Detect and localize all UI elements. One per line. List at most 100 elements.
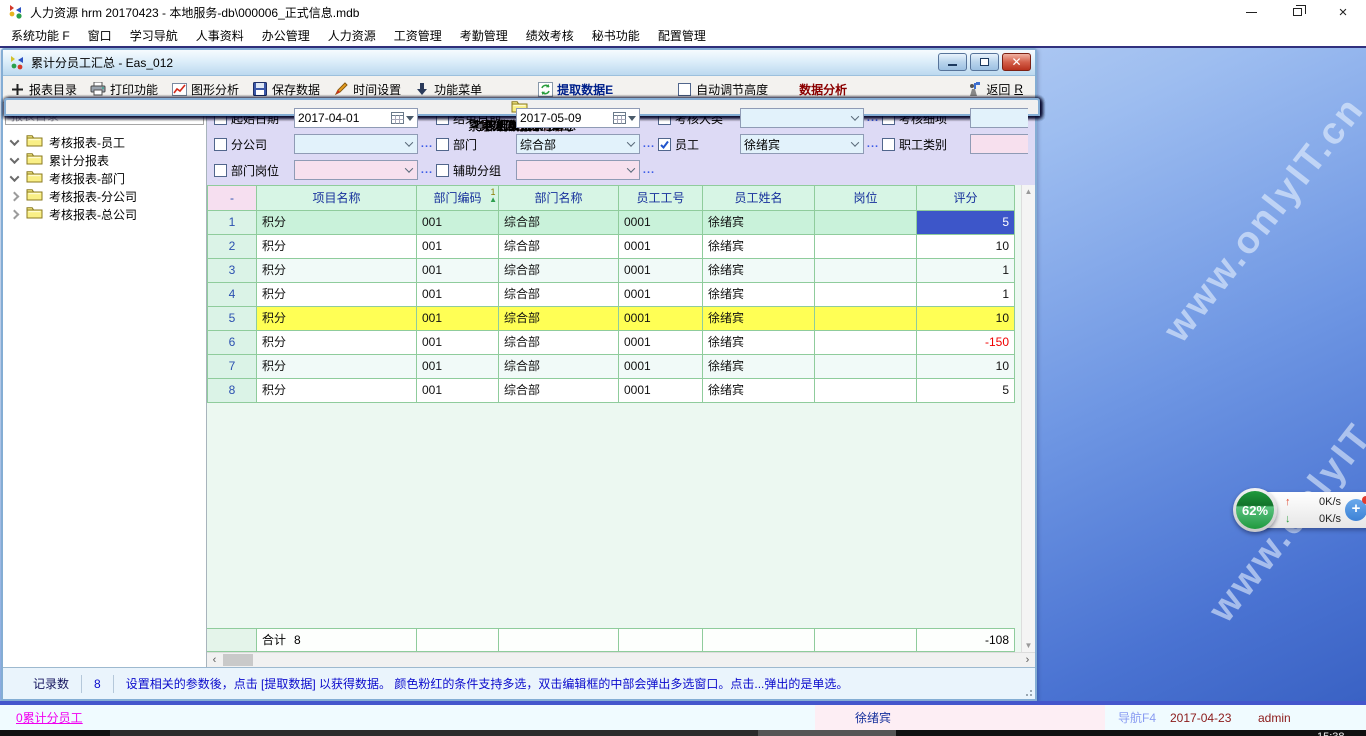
table-cell[interactable]: 001 xyxy=(417,283,499,307)
table-cell[interactable]: -150 xyxy=(917,331,1015,355)
more-options-button[interactable]: ... xyxy=(640,165,658,175)
checkbox-icon[interactable] xyxy=(214,164,227,177)
more-options-button[interactable]: ... xyxy=(418,139,436,149)
resize-grip[interactable] xyxy=(1022,686,1032,696)
table-cell[interactable]: 10 xyxy=(917,307,1015,331)
row-number[interactable]: 6 xyxy=(207,331,257,355)
table-cell[interactable]: 001 xyxy=(417,211,499,235)
memory-ball[interactable]: 62% xyxy=(1233,488,1277,532)
table-cell[interactable]: 积分 xyxy=(257,259,417,283)
table-cell[interactable] xyxy=(815,259,917,283)
column-header[interactable]: 员工姓名 xyxy=(703,185,815,211)
filter-checkbox-1[interactable]: 分公司 xyxy=(214,136,294,153)
table-row[interactable]: 7积分001综合部0001徐绪宾10 xyxy=(207,355,1015,379)
menu-item[interactable]: 人力资源 xyxy=(319,27,385,44)
table-row[interactable]: 1积分001综合部0001徐绪宾5 xyxy=(207,211,1015,235)
scroll-down-icon[interactable]: ▼ xyxy=(1022,639,1035,652)
table-cell[interactable]: 0001 xyxy=(619,355,703,379)
table-cell[interactable] xyxy=(815,235,917,259)
checkbox-icon[interactable] xyxy=(436,164,449,177)
filter-field[interactable] xyxy=(740,108,864,128)
table-row[interactable]: 6积分001综合部0001徐绪宾 -150 xyxy=(207,331,1015,355)
checkbox-icon[interactable] xyxy=(214,138,227,151)
table-cell[interactable]: 0001 xyxy=(619,307,703,331)
row-number[interactable]: 8 xyxy=(207,379,257,403)
column-header[interactable]: 项目名称 xyxy=(257,185,417,211)
table-cell[interactable]: 001 xyxy=(417,235,499,259)
table-cell[interactable]: 综合部 xyxy=(499,355,619,379)
table-cell[interactable]: 徐绪宾 xyxy=(703,259,815,283)
checkbox-icon[interactable] xyxy=(658,138,671,151)
checkbox-icon[interactable] xyxy=(436,138,449,151)
table-cell[interactable]: 综合部 xyxy=(499,331,619,355)
more-options-button[interactable]: ... xyxy=(640,139,658,149)
table-cell[interactable]: 综合部 xyxy=(499,283,619,307)
print-button[interactable]: 打印功能 xyxy=(90,81,158,98)
table-row[interactable]: 8积分001综合部0001徐绪宾5 xyxy=(207,379,1015,403)
column-header[interactable]: 部门名称 xyxy=(499,185,619,211)
table-cell[interactable] xyxy=(815,211,917,235)
table-cell[interactable] xyxy=(815,307,917,331)
calendar-icon[interactable] xyxy=(391,112,404,124)
vertical-scrollbar[interactable]: ▲ ▼ xyxy=(1021,185,1035,652)
table-cell[interactable]: 001 xyxy=(417,259,499,283)
filter-checkbox-4[interactable]: 职工类别 xyxy=(882,136,970,153)
combo-chevron-icon[interactable] xyxy=(623,167,639,173)
data-analysis-button[interactable]: 数据分析 xyxy=(799,81,847,98)
filter-field[interactable]: 2017-04-01 xyxy=(294,108,418,128)
table-row[interactable]: 4积分001综合部0001徐绪宾1 xyxy=(207,283,1015,307)
table-cell[interactable]: 徐绪宾 xyxy=(703,307,815,331)
table-cell[interactable]: 徐绪宾 xyxy=(703,331,815,355)
combo-chevron-icon[interactable] xyxy=(623,141,639,147)
tree-node[interactable]: 考核报表-分公司 xyxy=(3,187,206,205)
filter-field[interactable]: 徐绪宾 xyxy=(740,134,864,154)
filter-field[interactable]: 综合部 xyxy=(516,134,640,154)
table-cell[interactable]: 积分 xyxy=(257,355,417,379)
table-cell[interactable]: 积分 xyxy=(257,283,417,307)
row-number[interactable]: 4 xyxy=(207,283,257,307)
table-cell[interactable]: 0001 xyxy=(619,331,703,355)
table-row[interactable]: 2积分001综合部0001徐绪宾10 xyxy=(207,235,1015,259)
table-cell[interactable] xyxy=(815,379,917,403)
table-cell[interactable]: 徐绪宾 xyxy=(703,235,815,259)
menu-item[interactable]: 考勤管理 xyxy=(451,27,517,44)
table-cell[interactable]: 001 xyxy=(417,355,499,379)
scroll-right-icon[interactable]: › xyxy=(1020,653,1035,667)
table-cell[interactable]: 10 xyxy=(917,355,1015,379)
table-cell[interactable]: 综合部 xyxy=(499,235,619,259)
checkbox-icon[interactable] xyxy=(678,83,691,96)
minimize-button[interactable] xyxy=(1228,0,1274,24)
chevron-down-icon[interactable] xyxy=(10,154,20,164)
table-cell[interactable]: 001 xyxy=(417,331,499,355)
filter-checkbox-3[interactable]: 员工 xyxy=(658,136,740,153)
close-button[interactable]: × xyxy=(1320,0,1366,24)
table-cell[interactable]: 积分 xyxy=(257,331,417,355)
restore-button[interactable] xyxy=(1274,0,1320,24)
menu-item[interactable]: 办公管理 xyxy=(253,27,319,44)
filter-checkbox-2[interactable]: 部门 xyxy=(436,136,516,153)
filter-field[interactable] xyxy=(970,108,1028,128)
chevron-right-icon[interactable] xyxy=(10,209,20,219)
child-close-button[interactable]: ✕ xyxy=(1002,53,1031,71)
tree-node[interactable]: 考核报表-部门 xyxy=(3,169,206,187)
table-cell[interactable]: 徐绪宾 xyxy=(703,283,815,307)
table-cell[interactable]: 10 xyxy=(917,235,1015,259)
row-number[interactable]: 5 xyxy=(207,307,257,331)
table-cell[interactable]: 积分 xyxy=(257,235,417,259)
table-cell[interactable]: 1 xyxy=(917,259,1015,283)
chevron-down-icon[interactable] xyxy=(10,172,20,182)
nav-f4-link[interactable]: 导航F4 xyxy=(1118,709,1156,726)
function-menu-button[interactable]: 功能菜单 xyxy=(414,81,482,98)
column-header[interactable]: 评分 xyxy=(917,185,1015,211)
table-cell[interactable]: 徐绪宾 xyxy=(703,379,815,403)
filter-field[interactable] xyxy=(294,134,418,154)
scroll-up-icon[interactable]: ▲ xyxy=(1022,185,1035,198)
menu-item[interactable]: 工资管理 xyxy=(385,27,451,44)
table-cell[interactable]: 综合部 xyxy=(499,379,619,403)
row-number[interactable]: 2 xyxy=(207,235,257,259)
column-header[interactable]: 部门编码1▲ xyxy=(417,185,499,211)
table-cell[interactable]: 徐绪宾 xyxy=(703,355,815,379)
combo-chevron-icon[interactable] xyxy=(401,167,417,173)
report-directory-button[interactable]: 报表目录 xyxy=(9,81,77,98)
more-options-button[interactable]: ... xyxy=(864,139,882,149)
